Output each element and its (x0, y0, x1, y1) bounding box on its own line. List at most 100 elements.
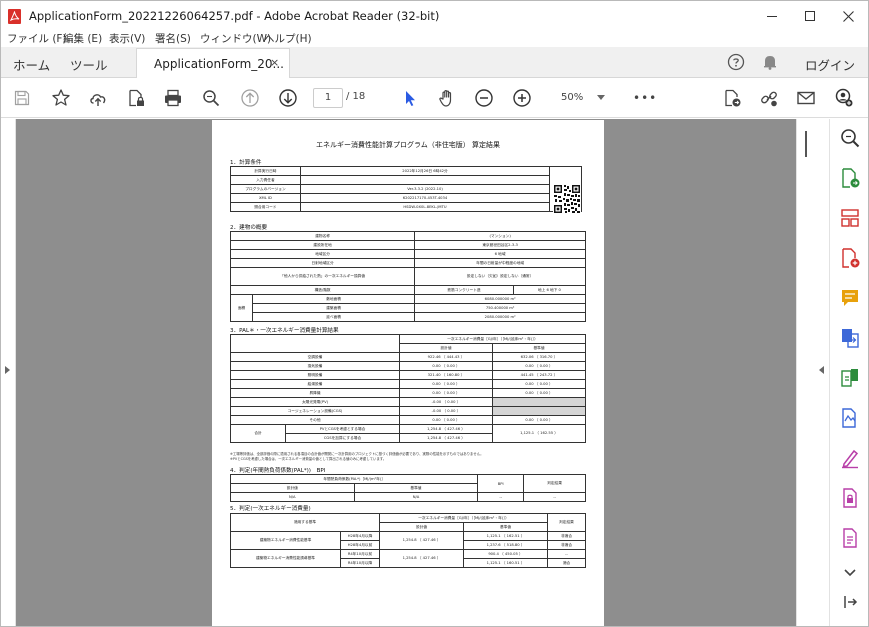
table-cell: その他 (230, 415, 400, 425)
expand-left-panel-icon[interactable] (5, 366, 11, 374)
print-icon[interactable] (162, 87, 184, 109)
table-cell: 年間の日射量が中程度の地域 (414, 258, 586, 268)
page-number-input[interactable]: 1 (313, 88, 343, 108)
zoom-level-select[interactable]: 50% (553, 89, 609, 107)
create-pdf-icon[interactable] (839, 247, 861, 269)
table-row: 換気設備 0.00 （ 0.00 ） 0.00 （ 0.00 ） (230, 361, 586, 371)
table-cell: 1,237.6 （ 518.80 ） (463, 540, 548, 550)
protect-file-icon[interactable] (125, 87, 147, 109)
edit-pdf-icon[interactable] (839, 527, 861, 549)
table-cell: 昇降機 (230, 388, 400, 398)
table-cell (492, 397, 586, 407)
login-link[interactable]: ログイン (805, 55, 855, 74)
right-tools-panel (829, 119, 868, 626)
table-cell: 0.00 （ 0.00 ） (492, 415, 586, 425)
table-cell: 0.00 （ 0.00 ） (399, 415, 493, 425)
energy-results-table: 一次エネルギー消費量［GJ/年］（［MJ/(延床m²・年)］） 設計値 基準値 空… (230, 334, 586, 443)
notification-bell-icon[interactable] (761, 53, 779, 75)
document-title: エネルギー消費性能計算プログラム（非住宅版） 算定結果 (315, 141, 500, 149)
table-cell: 判定結果 (547, 513, 586, 532)
table-cell: 照合用コード (230, 202, 301, 212)
table-row: 延べ面積 2080.000000 m² (231, 312, 586, 322)
table-cell: 441.45 （ 243.72 ） (492, 370, 586, 380)
menu-sign[interactable]: 署名(S) (155, 31, 191, 46)
table-cell: 750.400000 m² (414, 303, 586, 313)
tab-document[interactable]: ApplicationForm_20... × (136, 48, 290, 78)
table-cell (299, 175, 551, 185)
compress-pdf-icon[interactable] (839, 367, 861, 389)
vertical-scrollbar[interactable] (796, 119, 813, 626)
share-link-icon[interactable] (758, 87, 780, 109)
qr-code (553, 184, 581, 214)
table-cell: 計算実行日時 (230, 166, 301, 176)
table-cell: Ver.3.3.2 (2022.10) (299, 184, 551, 194)
menu-window[interactable]: ウィンドウ(W) (200, 31, 271, 46)
export-pdf-icon[interactable] (721, 87, 743, 109)
menu-edit[interactable]: 編集 (E) (63, 31, 102, 46)
tab-home[interactable]: ホーム (13, 55, 50, 74)
menu-help[interactable]: ヘルプ(H) (264, 31, 312, 46)
table-row: 適用する基準 一次エネルギー消費量［GJ/年］（［MJ/(延床m²・年)］） 判定結… (230, 513, 586, 532)
table-row: 空調設備 922.46 （ 444.43 ） 632.06 （ 316.70 ） (230, 352, 586, 362)
table-cell: 照明設備 (230, 370, 400, 380)
fill-sign-icon[interactable] (839, 447, 861, 469)
search-text-icon[interactable] (839, 127, 861, 149)
table-cell: 適合 (547, 558, 586, 568)
table-cell: 敷地面積 (251, 294, 416, 304)
help-icon[interactable] (727, 53, 745, 75)
page-total: / 18 (346, 91, 366, 102)
previous-page-icon[interactable] (239, 87, 261, 109)
table-row: プログラムのバージョン Ver.3.3.2 (2022.10) (230, 184, 582, 194)
table-cell: 設計値 (399, 343, 493, 353)
menu-bar: ファイル (F) 編集 (E) 表示(V) 署名(S) ウィンドウ(W) ヘルプ… (1, 31, 868, 47)
table-row: コージェネレーション設備(CGS) -0.00 （ 0.00 ） (230, 406, 586, 416)
export-pdf-tool-icon[interactable] (839, 167, 861, 189)
zoom-out-icon[interactable] (473, 87, 495, 109)
table-cell: CGSを加算にする場合 (285, 433, 400, 443)
table-cell: PVとCGSを考慮とする場合 (285, 424, 400, 434)
more-tools-icon[interactable]: ••• (633, 92, 657, 104)
zoom-in-icon[interactable] (511, 87, 533, 109)
table-cell: 建物名称 (229, 231, 416, 241)
primary-energy-judgement-table: 適用する基準 一次エネルギー消費量［GJ/年］（［MJ/(延床m²・年)］） 判定結… (230, 513, 586, 568)
hand-tool-icon[interactable] (436, 87, 458, 109)
bookmark-star-icon[interactable] (50, 87, 72, 109)
collapse-right-panel-icon[interactable] (818, 366, 824, 374)
table-cell: 321.40 （ 160.80 ） (399, 370, 493, 380)
tab-tools[interactable]: ツール (70, 55, 108, 74)
pdf-page: エネルギー消費性能計算プログラム（非住宅版） 算定結果 1．計算条件 計算実行日… (212, 120, 604, 626)
chevron-down-icon[interactable] (839, 561, 861, 583)
organize-pages-icon[interactable] (839, 207, 861, 229)
table-cell: 換気設備 (230, 361, 400, 371)
table-cell: -- (547, 549, 586, 559)
table-cell: 判定結果 (523, 474, 586, 493)
save-icon[interactable] (11, 87, 33, 109)
email-icon[interactable] (795, 87, 817, 109)
select-cursor-icon[interactable] (399, 87, 421, 109)
table-cell: XML ID (230, 193, 301, 203)
table-cell: プログラムのバージョン (230, 184, 301, 194)
close-window-button[interactable] (825, 1, 868, 31)
add-user-icon[interactable] (833, 87, 855, 109)
table-cell: 6080.000000 m² (414, 294, 586, 304)
table-cell (230, 334, 400, 353)
table-row: 計算実行日時 2022年12月26日 6時42分 (230, 166, 582, 212)
tab-close-icon[interactable]: × (270, 56, 279, 69)
table-cell: 「他人から供給された熱」の一次エネルギー換算値 (229, 267, 416, 286)
next-page-icon[interactable] (277, 87, 299, 109)
table-cell: 建築面積 (251, 303, 416, 313)
zoom-search-icon[interactable] (200, 87, 222, 109)
combine-files-icon[interactable] (839, 327, 861, 349)
scrollbar-thumb[interactable] (805, 131, 807, 157)
table-cell: 一次エネルギー消費量［GJ/年］（［MJ/(延床m²・年)］） (379, 513, 548, 523)
collapse-tools-panel-icon[interactable] (839, 591, 861, 613)
cloud-upload-icon[interactable] (87, 87, 109, 109)
menu-view[interactable]: 表示(V) (109, 31, 145, 46)
table-cell: 1,125.1 （ 162.51 ） (463, 531, 548, 541)
menu-file[interactable]: ファイル (F) (7, 31, 67, 46)
comment-icon[interactable] (839, 287, 861, 309)
table-cell: 設定しない（欠如）設定しない（通常） (414, 267, 586, 286)
scan-ocr-icon[interactable] (839, 407, 861, 429)
left-panel-collapsed (1, 119, 16, 626)
protect-pdf-icon[interactable] (839, 487, 861, 509)
